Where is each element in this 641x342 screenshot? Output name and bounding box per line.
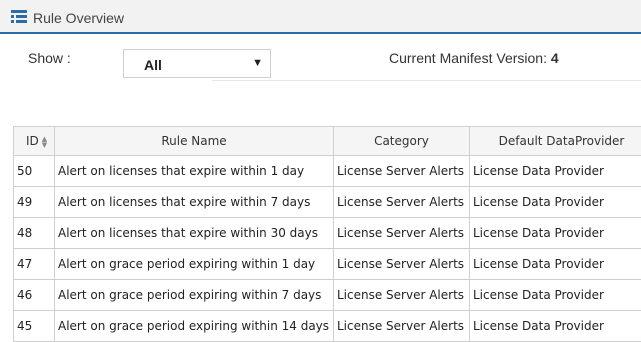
cell-rule-name: Alert on grace period expiring within 1 … [54, 248, 334, 280]
chevron-down-icon: ▼ [252, 57, 263, 69]
table-row[interactable]: 47 Alert on grace period expiring within… [13, 248, 641, 280]
cell-rule-name: Alert on licenses that expire within 30 … [54, 217, 334, 249]
table-row[interactable]: 50 Alert on licenses that expire within … [13, 155, 641, 187]
cell-category: License Server Alerts [333, 155, 470, 187]
cell-id: 47 [13, 248, 55, 280]
cell-category: License Server Alerts [333, 248, 470, 280]
cell-id: 48 [13, 217, 55, 249]
cell-dataprovider: License Data Provider [469, 248, 641, 280]
manifest-label: Current Manifest Version: [389, 50, 547, 66]
cell-dataprovider: License Data Provider [469, 155, 641, 187]
cell-id: 49 [13, 186, 55, 218]
toolbar: Show : All ▼ Current Manifest Version: 4 [0, 36, 641, 124]
cell-category: License Server Alerts [333, 279, 470, 311]
cell-id: 50 [13, 155, 55, 187]
column-header-rule-name[interactable]: Rule Name [54, 126, 334, 156]
show-filter-value: All [144, 57, 162, 73]
filter-area [212, 80, 641, 120]
cell-category: License Server Alerts [333, 217, 470, 249]
table-row[interactable]: 45 Alert on grace period expiring within… [13, 310, 641, 342]
cell-id: 46 [13, 279, 55, 311]
cell-dataprovider: License Data Provider [469, 217, 641, 249]
cell-category: License Server Alerts [333, 186, 470, 218]
table-row[interactable]: 46 Alert on grace period expiring within… [13, 279, 641, 311]
manifest-value: 4 [550, 50, 559, 66]
column-header-category[interactable]: Category [333, 126, 470, 156]
table-row[interactable]: 49 Alert on licenses that expire within … [13, 186, 641, 218]
table-row[interactable]: 48 Alert on licenses that expire within … [13, 217, 641, 249]
column-header-id[interactable]: ID ▲ ▼ [13, 126, 55, 156]
cell-rule-name: Alert on licenses that expire within 7 d… [54, 186, 334, 218]
cell-rule-name: Alert on licenses that expire within 1 d… [54, 155, 334, 187]
table-header-row: ID ▲ ▼ Rule Name Category Default DataProv… [13, 126, 641, 156]
cell-dataprovider: License Data Provider [469, 279, 641, 311]
cell-dataprovider: License Data Provider [469, 186, 641, 218]
rules-table: ID ▲ ▼ Rule Name Category Default DataProv… [13, 126, 641, 342]
show-label: Show : [28, 50, 71, 66]
cell-category: License Server Alerts [333, 310, 470, 342]
column-header-default-dataprovider[interactable]: Default DataProvider [469, 126, 641, 156]
manifest-version: Current Manifest Version: 4 [389, 50, 559, 66]
page-title: Rule Overview [33, 10, 125, 26]
cell-dataprovider: License Data Provider [469, 310, 641, 342]
sort-icon[interactable]: ▲ ▼ [42, 135, 47, 148]
cell-rule-name: Alert on grace period expiring within 14… [54, 310, 334, 342]
rules-table-container: ID ▲ ▼ Rule Name Category Default DataProv… [13, 126, 641, 342]
cell-rule-name: Alert on grace period expiring within 7 … [54, 279, 334, 311]
list-icon [11, 10, 27, 23]
show-filter-select[interactable]: All ▼ [123, 49, 271, 78]
title-bar: Rule Overview [0, 0, 641, 34]
cell-id: 45 [13, 310, 55, 342]
